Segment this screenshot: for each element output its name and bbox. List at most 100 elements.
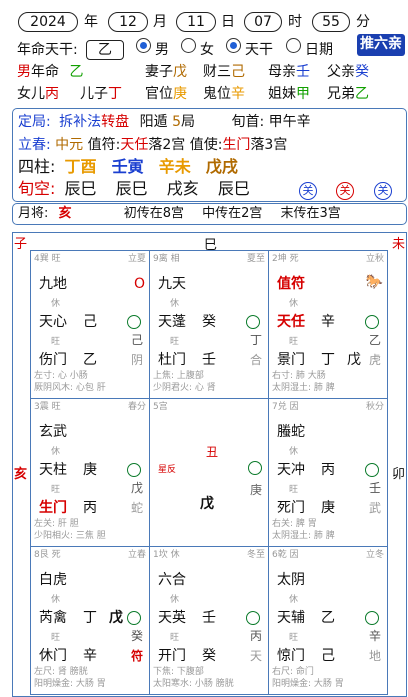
- guan-icon-2[interactable]: 关: [336, 182, 354, 200]
- door-state: 旺: [51, 337, 61, 347]
- rel-mother: 母亲壬: [268, 64, 310, 80]
- palace-door: 伤门: [39, 352, 67, 368]
- palace-info1: 左关: 肝 胆: [34, 519, 79, 529]
- palace-term: 夏至: [246, 254, 265, 264]
- palace-term: 立冬: [365, 550, 384, 560]
- palace-god: 值符: [277, 276, 305, 292]
- palace-corner: 符: [130, 649, 143, 663]
- status-icon: [246, 611, 260, 625]
- tianpan-radio[interactable]: [226, 38, 241, 53]
- palace-info2: 太阳寒水: 小肠 膀胱: [153, 679, 234, 689]
- palace-head: 2坤 死: [272, 254, 299, 264]
- palace-star: 天辅: [277, 610, 305, 626]
- palace-door-stem: 壬: [202, 352, 216, 368]
- male-radio[interactable]: [136, 38, 151, 53]
- tianpan-label: 天干: [245, 42, 273, 58]
- palace-star-stem2: 戊: [109, 610, 123, 626]
- center-note: 星反: [158, 465, 177, 475]
- rel-son: 儿子丁: [80, 86, 122, 102]
- palace-star-stem: 庚: [83, 462, 97, 478]
- palace-star-stem: 壬: [202, 610, 216, 626]
- year-label: 年: [84, 14, 98, 30]
- star-state: 休: [289, 447, 299, 457]
- palace-cell: 5宫丑星反庚戊: [149, 398, 269, 547]
- palace-head: 8艮 死: [34, 550, 61, 560]
- center-branch: 丑: [206, 445, 219, 459]
- palace-star: 天任: [277, 314, 305, 330]
- minute-input[interactable]: 55: [312, 12, 350, 32]
- palace-god: 白虎: [39, 572, 67, 588]
- month-label: 月: [153, 14, 167, 30]
- palace-door-stem: 己: [321, 648, 335, 664]
- door-state: 旺: [170, 633, 180, 643]
- palace-star-stem: 癸: [202, 314, 216, 330]
- rel-father: 父亲癸: [327, 64, 369, 80]
- door-state: 旺: [289, 485, 299, 495]
- hour-input[interactable]: 07: [244, 12, 282, 32]
- palace-stem: 庚: [249, 483, 262, 497]
- void-line: 旬空: 辰巳 辰巳 戌亥 辰巳: [18, 179, 250, 198]
- year-input[interactable]: 2024: [18, 12, 78, 32]
- star-state: 休: [51, 299, 61, 309]
- palace-stem: 辛: [368, 629, 381, 643]
- palace-info1: 右尺: 命门: [272, 667, 314, 677]
- star-state: 休: [289, 299, 299, 309]
- palace-corner: 地: [368, 649, 381, 663]
- date-radio[interactable]: [286, 38, 301, 53]
- female-radio[interactable]: [181, 38, 196, 53]
- palace-info1: 右关: 脾 胃: [272, 519, 317, 529]
- palace-god: 六合: [158, 572, 186, 588]
- stem-label: 年命天干:: [17, 42, 78, 58]
- palace-info1: 上焦: 上腹部: [153, 371, 204, 381]
- palace-corner: 天: [249, 649, 262, 663]
- palace-corner: 虎: [368, 353, 381, 367]
- palace-cell: 7兑 因 秋分 螣蛇休天冲丙壬 旺死门庚 武右关: 脾 胃太阴湿土: 肺 脾: [268, 398, 388, 547]
- palace-door: 景门: [277, 352, 305, 368]
- door-state: 旺: [51, 633, 61, 643]
- ju-line: 定局: 拆补法转盘 阳遁 5局 旬首: 甲午辛: [18, 114, 311, 130]
- palace-info2: 少阴君火: 心 肾: [153, 383, 216, 393]
- rel-wife: 妻子戊: [145, 64, 187, 80]
- day-input[interactable]: 11: [176, 12, 216, 32]
- qimen-app: 2024 年 12 月 11 日 07 时 55 分 年命天干: 乙 男 女 天…: [0, 0, 408, 697]
- palace-stem: 丁: [249, 333, 262, 347]
- palace-star: 天心: [39, 314, 67, 330]
- zhifu-line: 立春: 中元 值符:天任落2宫 值使:生门落3宫: [18, 137, 288, 153]
- rel-official: 官位庚: [145, 86, 187, 102]
- pillars-line: 四柱: 丁酉 壬寅 辛未 戊戌: [18, 157, 238, 176]
- palace-star: 天冲: [277, 462, 305, 478]
- palace-cell: 2坤 死 立秋 值符 🐎 休天任辛乙 旺景门丁戊虎右寸: 肺 大肠 太阴湿土: 肺 脾: [268, 250, 388, 399]
- palace-god: 九地: [39, 276, 67, 292]
- star-state: 休: [170, 595, 180, 605]
- submit-button[interactable]: 推六亲: [357, 34, 405, 56]
- rel-sister: 姐妹甲: [268, 86, 310, 102]
- palace-stem: 戊: [130, 481, 143, 495]
- palace-door: 死门: [277, 500, 305, 516]
- rel-daughter: 女儿丙: [17, 86, 59, 102]
- palace-door-stem2: 戊: [347, 352, 361, 368]
- palace-cell: 9离 相 夏至 九天休天蓬癸丁 旺杜门壬 合上焦: 上腹部 少阴君火: 心 肾: [149, 250, 269, 399]
- guan-icon-3[interactable]: 关: [374, 182, 392, 200]
- palace-door-stem: 丙: [83, 500, 97, 516]
- palace-stem: 壬: [368, 481, 381, 495]
- palace-door-stem: 辛: [83, 648, 97, 664]
- center-stem: 戊: [200, 496, 214, 512]
- palace-stem: 乙: [368, 333, 381, 347]
- stem-input[interactable]: 乙: [86, 40, 124, 60]
- palace-info1: 左寸: 心 小肠: [34, 371, 88, 381]
- status-icon: [127, 315, 141, 329]
- palace-corner: 武: [368, 501, 381, 515]
- palace-star: 天柱: [39, 462, 67, 478]
- month-input[interactable]: 12: [108, 12, 148, 32]
- palace-head: 4巽 旺: [34, 254, 61, 264]
- palace-corner: 蛇: [130, 501, 143, 515]
- palace-stem: 己: [130, 333, 143, 347]
- palace-door: 开门: [158, 648, 186, 664]
- palace-info2: 少阳相火: 三焦 胆: [34, 531, 106, 541]
- status-icon: [127, 611, 141, 625]
- palace-info2: 阳明燥金: 大肠 胃: [34, 679, 106, 689]
- guan-icon-1[interactable]: 关: [299, 182, 317, 200]
- palace-info1: 右寸: 肺 大肠: [272, 371, 326, 381]
- palace-term: 冬至: [246, 550, 265, 560]
- palace-cell: 6乾 因 立冬 太阴休天辅乙辛 旺惊门己 地右尺: 命门 阳明燥金: 大肠 胃: [268, 546, 388, 695]
